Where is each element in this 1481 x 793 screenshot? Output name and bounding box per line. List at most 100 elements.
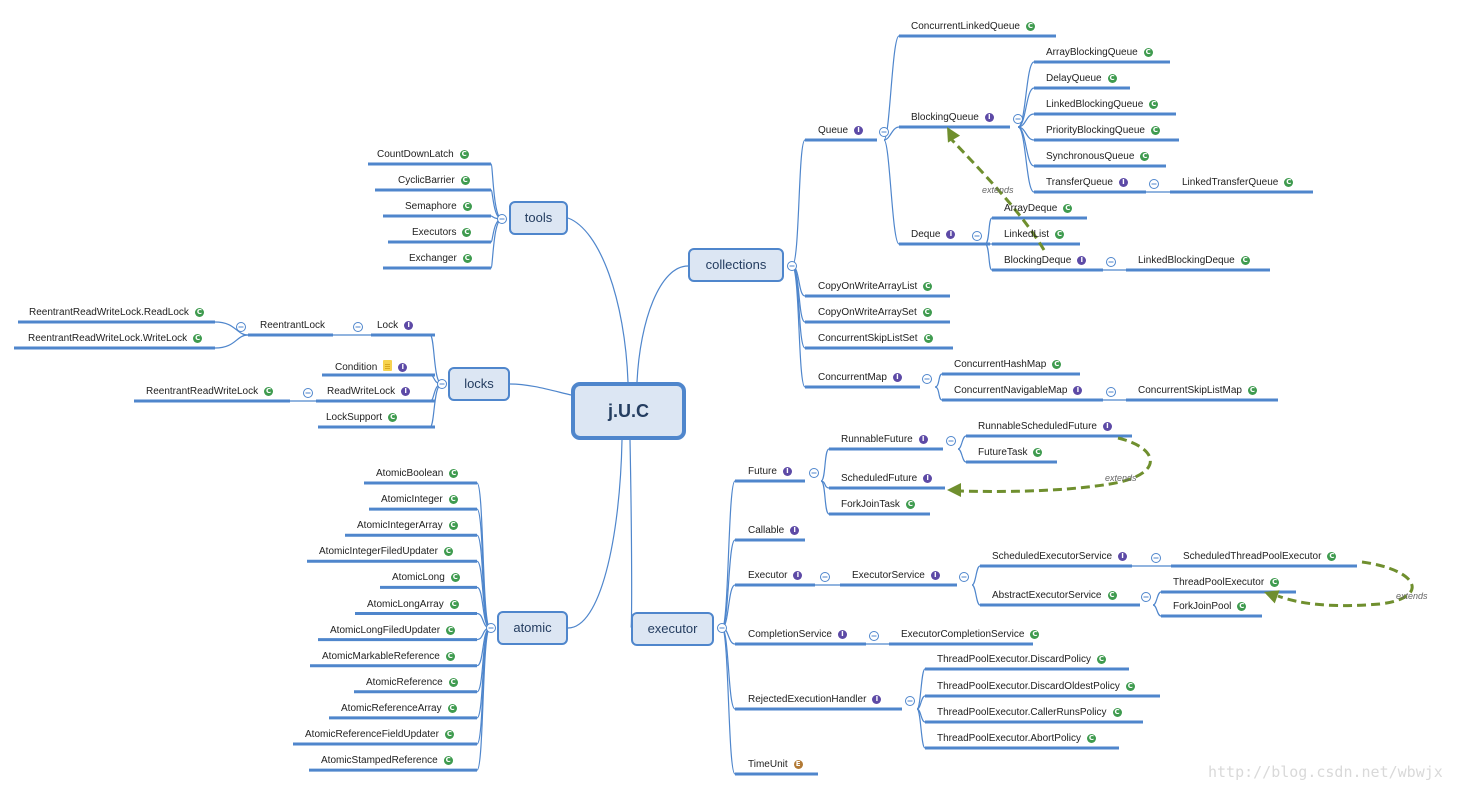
- tools-item[interactable]: CountDownLatch C: [377, 149, 469, 161]
- locks-lock-toggle[interactable]: [353, 322, 363, 332]
- exec-forkjointask[interactable]: ForkJoinTask C: [841, 499, 915, 511]
- exec-aes[interactable]: AbstractExecutorService C: [992, 590, 1117, 602]
- runnablefuture-toggle[interactable]: [946, 436, 956, 446]
- atomic-item[interactable]: AtomicMarkableReference C: [322, 651, 455, 663]
- queue-toggle[interactable]: [879, 127, 889, 137]
- locks-locksupport[interactable]: LockSupport C: [326, 412, 398, 424]
- atomic-item[interactable]: AtomicIntegerArray C: [357, 520, 458, 532]
- coll-cslm[interactable]: ConcurrentSkipListMap C: [1138, 385, 1257, 397]
- atomic-item[interactable]: AtomicLongArray C: [367, 599, 459, 611]
- exec-executorservice[interactable]: ExecutorService I: [852, 570, 940, 582]
- topic-executor[interactable]: executor: [631, 612, 714, 646]
- locks-rrwl[interactable]: ReentrantReadWriteLock C: [146, 386, 274, 398]
- atomic-item[interactable]: AtomicIntegerFiledUpdater C: [319, 546, 453, 558]
- exec-executor[interactable]: Executor I: [748, 570, 803, 582]
- exec-ecs[interactable]: ExecutorCompletionService C: [901, 629, 1040, 641]
- reentrantlock-toggle[interactable]: [236, 322, 246, 332]
- atomic-item[interactable]: AtomicReferenceArray C: [341, 703, 457, 715]
- topic-collections[interactable]: collections: [688, 248, 784, 282]
- coll-abq[interactable]: ArrayBlockingQueue C: [1046, 47, 1153, 59]
- locks-condition[interactable]: Condition I: [335, 360, 408, 374]
- coll-cnm[interactable]: ConcurrentNavigableMap I: [954, 385, 1083, 397]
- atomic-item[interactable]: AtomicReference C: [366, 677, 458, 689]
- coll-sq[interactable]: SynchronousQueue C: [1046, 151, 1150, 163]
- coll-delayq[interactable]: DelayQueue C: [1046, 73, 1117, 85]
- deque-toggle[interactable]: [972, 231, 982, 241]
- exec-discard[interactable]: ThreadPoolExecutor.DiscardPolicy C: [937, 654, 1106, 666]
- coll-queue[interactable]: Queue I: [818, 125, 864, 137]
- reh-toggle[interactable]: [905, 696, 915, 706]
- tools-item[interactable]: Exchanger C: [409, 253, 472, 265]
- coll-pbq[interactable]: PriorityBlockingQueue C: [1046, 125, 1160, 137]
- coll-blockingqueue[interactable]: BlockingQueue I: [911, 112, 994, 124]
- exec-abort[interactable]: ThreadPoolExecutor.AbortPolicy C: [937, 733, 1096, 745]
- coll-cmap[interactable]: ConcurrentMap I: [818, 372, 902, 384]
- coll-csls[interactable]: ConcurrentSkipListSet C: [818, 333, 933, 345]
- locks-readlock[interactable]: ReentrantReadWriteLock.ReadLock C: [29, 307, 204, 319]
- exec-scheduledfuture[interactable]: ScheduledFuture I: [841, 473, 933, 485]
- locks-writelock[interactable]: ReentrantReadWriteLock.WriteLock C: [28, 333, 203, 345]
- tools-item[interactable]: CyclicBarrier C: [398, 175, 470, 187]
- exec-completionservice[interactable]: CompletionService I: [748, 629, 847, 641]
- coll-lbd[interactable]: LinkedBlockingDeque C: [1138, 255, 1250, 267]
- tools-item[interactable]: Executors C: [412, 227, 472, 239]
- coll-ltq[interactable]: LinkedTransferQueue C: [1182, 177, 1294, 189]
- tools-collapse-toggle[interactable]: [497, 214, 507, 224]
- blockingdeque-toggle[interactable]: [1106, 257, 1116, 267]
- exec-runnablefuture[interactable]: RunnableFuture I: [841, 434, 928, 446]
- atomic-collapse-toggle[interactable]: [486, 623, 496, 633]
- future-toggle[interactable]: [809, 468, 819, 478]
- exec-stpe[interactable]: ScheduledThreadPoolExecutor C: [1183, 551, 1337, 563]
- topic-tools[interactable]: tools: [509, 201, 568, 235]
- atomic-item[interactable]: AtomicStampedReference C: [321, 755, 453, 767]
- coll-clq[interactable]: ConcurrentLinkedQueue C: [911, 21, 1035, 33]
- coll-chm[interactable]: ConcurrentHashMap C: [954, 359, 1062, 371]
- readwritelock-toggle[interactable]: [303, 388, 313, 398]
- locks-lock[interactable]: Lock I: [377, 320, 414, 332]
- exec-ses[interactable]: ScheduledExecutorService I: [992, 551, 1128, 563]
- atomic-item[interactable]: AtomicReferenceFieldUpdater C: [305, 729, 454, 741]
- locks-readwritelock[interactable]: ReadWriteLock I: [327, 386, 411, 398]
- cmap-toggle[interactable]: [922, 374, 932, 384]
- exec-futuretask[interactable]: FutureTask C: [978, 447, 1043, 459]
- exec-reh[interactable]: RejectedExecutionHandler I: [748, 694, 882, 706]
- topic-locks[interactable]: locks: [448, 367, 510, 401]
- locks-collapse-toggle[interactable]: [437, 379, 447, 389]
- coll-blockingdeque[interactable]: BlockingDeque I: [1004, 255, 1087, 267]
- aes-toggle[interactable]: [1141, 592, 1151, 602]
- exec-callable[interactable]: Callable I: [748, 525, 800, 537]
- coll-arraydeque[interactable]: ArrayDeque C: [1004, 203, 1073, 215]
- exec-discardoldest[interactable]: ThreadPoolExecutor.DiscardOldestPolicy C: [937, 681, 1135, 693]
- tools-item[interactable]: Semaphore C: [405, 201, 472, 213]
- coll-lbq[interactable]: LinkedBlockingQueue C: [1046, 99, 1159, 111]
- completionservice-toggle[interactable]: [869, 631, 879, 641]
- ses-toggle[interactable]: [1151, 553, 1161, 563]
- coll-linkedlist[interactable]: LinkedList C: [1004, 229, 1065, 241]
- collections-collapse-toggle[interactable]: [787, 261, 797, 271]
- topic-atomic[interactable]: atomic: [497, 611, 568, 645]
- coll-tq[interactable]: TransferQueue I: [1046, 177, 1128, 189]
- exec-timeunit[interactable]: TimeUnit E: [748, 759, 803, 771]
- exec-tpe[interactable]: ThreadPoolExecutor C: [1173, 577, 1280, 589]
- coll-cowal[interactable]: CopyOnWriteArrayList C: [818, 281, 933, 293]
- exec-rsf[interactable]: RunnableScheduledFuture I: [978, 421, 1112, 433]
- atomic-item[interactable]: AtomicBoolean C: [376, 468, 459, 480]
- atomic-item[interactable]: AtomicInteger C: [381, 494, 458, 506]
- locks-reentrantlock[interactable]: ReentrantLock: [260, 320, 325, 332]
- coll-deque[interactable]: Deque I: [911, 229, 956, 241]
- exec-callerruns[interactable]: ThreadPoolExecutor.CallerRunsPolicy C: [937, 707, 1122, 719]
- atomic-item[interactable]: AtomicLongFiledUpdater C: [330, 625, 456, 637]
- note-icon[interactable]: [383, 360, 393, 371]
- exec-future[interactable]: Future I: [748, 466, 792, 478]
- executor-collapse-toggle[interactable]: [717, 623, 727, 633]
- exec-fjp[interactable]: ForkJoinPool C: [1173, 601, 1247, 613]
- atomic-item[interactable]: AtomicLong C: [392, 572, 460, 584]
- executorservice-toggle[interactable]: [959, 572, 969, 582]
- cnm-toggle[interactable]: [1106, 387, 1116, 397]
- tq-toggle[interactable]: [1149, 179, 1159, 189]
- central-topic[interactable]: j.U.C: [571, 382, 686, 440]
- blockingqueue-toggle[interactable]: [1013, 114, 1023, 124]
- interface-badge-icon: I: [782, 467, 792, 476]
- executor-toggle[interactable]: [820, 572, 830, 582]
- coll-cowas[interactable]: CopyOnWriteArraySet C: [818, 307, 932, 319]
